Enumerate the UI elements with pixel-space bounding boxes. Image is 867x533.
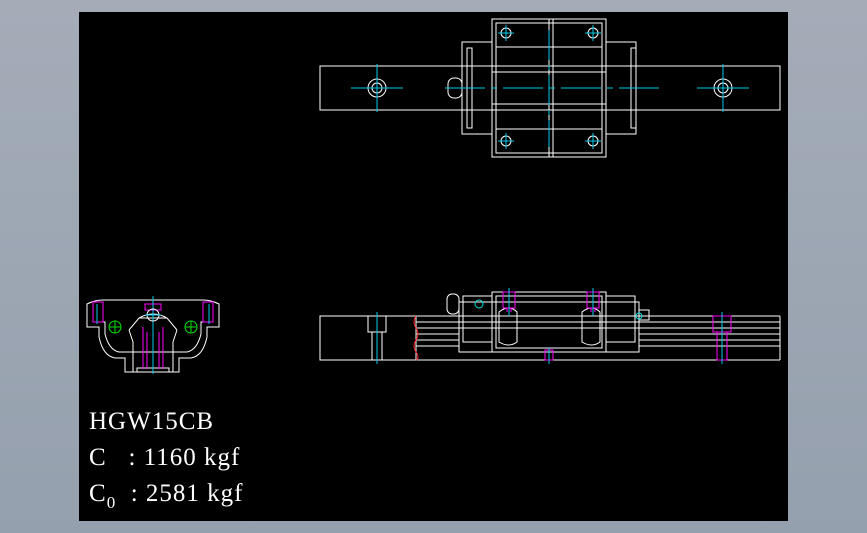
side-centerlines bbox=[376, 288, 723, 364]
model-number: HGW15CB bbox=[89, 408, 214, 436]
cad-viewport[interactable]: HGW15CB C : 1160 kgf C0 : 2581 kgf bbox=[79, 12, 788, 521]
dynamic-load-value: 1160 bbox=[143, 444, 197, 471]
side-rail bbox=[319, 315, 781, 361]
static-load-value: 2581 bbox=[145, 480, 200, 507]
top-centerlines bbox=[351, 25, 749, 149]
top-view bbox=[319, 18, 781, 158]
dynamic-load-separator: : bbox=[128, 444, 144, 471]
end-centerlines bbox=[96, 296, 210, 374]
static-load-subscript: 0 bbox=[106, 493, 117, 512]
side-view bbox=[319, 288, 781, 364]
end-view bbox=[86, 296, 220, 374]
static-load-rating: C0 : 2581 kgf bbox=[89, 480, 243, 513]
static-load-separator: : bbox=[130, 480, 146, 507]
static-load-unit: kgf bbox=[207, 480, 244, 507]
dynamic-load-unit: kgf bbox=[203, 444, 241, 471]
model-number-text: HGW15CB bbox=[89, 408, 215, 435]
static-load-symbol: C bbox=[89, 480, 107, 507]
dynamic-load-rating: C : 1160 kgf bbox=[89, 444, 240, 472]
dynamic-load-symbol: C bbox=[89, 444, 107, 471]
